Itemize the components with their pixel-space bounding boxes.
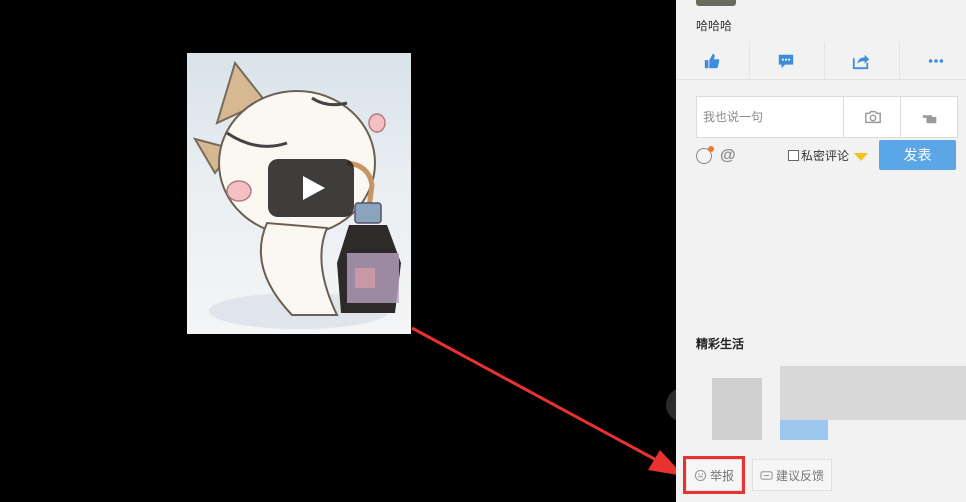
camera-icon	[864, 110, 881, 124]
report-label: 举报	[710, 468, 735, 483]
report-icon	[694, 469, 707, 481]
feedback-label: 建议反馈	[776, 468, 825, 483]
recommend-thumbnail[interactable]	[712, 378, 762, 440]
section-title: 精彩生活	[696, 337, 745, 351]
send-button[interactable]: 发表	[879, 140, 956, 170]
more-icon	[928, 58, 944, 63]
recommend-thumbnail[interactable]	[780, 420, 828, 440]
mention-icon[interactable]: @	[720, 148, 736, 164]
thumbs-up-icon	[704, 53, 720, 68]
private-comment-label: 私密评论	[801, 149, 850, 163]
feedback-icon	[760, 470, 773, 480]
media-viewer	[0, 0, 688, 502]
vip-diamond-icon	[854, 152, 869, 161]
pointing-hand-icon	[922, 115, 936, 124]
avatar[interactable]	[696, 0, 736, 6]
play-button[interactable]	[268, 159, 354, 217]
reply-input[interactable]	[697, 97, 842, 137]
side-panel: 哈哈哈 我也说一句 @ 私密评论 发表 精彩生活 举报 建议反馈	[676, 0, 966, 502]
share-icon	[852, 54, 870, 69]
emoji-icon[interactable]	[696, 146, 714, 164]
private-comment-toggle[interactable]: 私密评论	[788, 147, 869, 164]
reply-box	[696, 96, 958, 138]
private-comment-checkbox[interactable]	[788, 150, 799, 161]
comment-icon	[778, 54, 794, 68]
share-button[interactable]	[824, 42, 897, 79]
comment-button[interactable]	[749, 42, 822, 79]
comment-text: 哈哈哈	[696, 19, 733, 33]
more-button[interactable]	[899, 42, 966, 79]
reply-tools: @	[696, 146, 736, 166]
photo-button[interactable]	[843, 97, 901, 137]
bottom-actions: 举报 建议反馈	[682, 456, 833, 494]
recommend-thumbnail[interactable]	[780, 366, 966, 420]
action-bar	[676, 42, 966, 80]
gesture-button[interactable]	[900, 97, 958, 137]
like-button[interactable]	[676, 42, 748, 79]
report-button[interactable]: 举报	[682, 456, 746, 494]
feedback-button[interactable]: 建议反馈	[752, 459, 833, 491]
